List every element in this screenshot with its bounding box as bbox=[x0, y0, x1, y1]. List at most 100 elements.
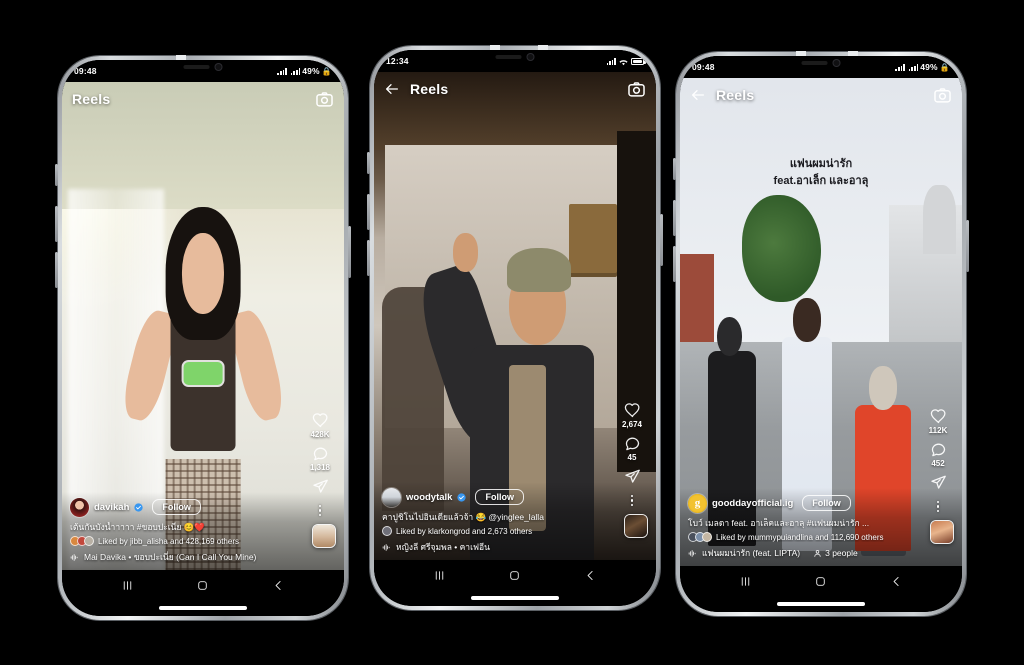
phone-screen-3: 09:48 49% 🔒 แฟนผมน่ารัก feat.อาเล็ก และอ… bbox=[680, 56, 962, 612]
caption-2[interactable]: คาปูชิโนไปอินเดียแล้วจ้า 😂 @yinglee_lall… bbox=[382, 512, 616, 523]
avatar[interactable] bbox=[688, 493, 707, 513]
comment-button-1[interactable]: 1,318 bbox=[310, 445, 330, 472]
sticker-text-overlay-3: แฟนผมน่ารัก feat.อาเล็ก และอาลุ bbox=[680, 156, 962, 189]
share-button-2[interactable] bbox=[624, 468, 641, 485]
volume-down-button-2[interactable] bbox=[367, 240, 370, 276]
more-options-icon[interactable] bbox=[936, 500, 940, 512]
caption-3[interactable]: โบว์ เมลดา feat. อาเล็คและอาลุ #แฟนผมน่า… bbox=[688, 518, 922, 529]
comment-button-2[interactable]: 45 bbox=[624, 435, 641, 462]
home-indicator-3[interactable] bbox=[680, 596, 962, 612]
camera-icon[interactable] bbox=[933, 86, 952, 105]
phone-device-3: 09:48 49% 🔒 แฟนผมน่ารัก feat.อาเล็ก และอ… bbox=[673, 51, 969, 616]
lock-icon: 🔒 bbox=[939, 62, 950, 72]
liked-by-facepile-1 bbox=[70, 536, 94, 546]
username-3[interactable]: gooddayofficial.ig bbox=[712, 498, 793, 509]
reel-viewport-1[interactable]: Reels 428K 1,318 davikah Follow เต้นกันบ… bbox=[62, 82, 344, 570]
liked-by-row-1[interactable]: Liked by jibb_alisha and 428,169 others bbox=[70, 536, 304, 546]
signal-bars-icon bbox=[277, 67, 287, 75]
action-rail-1: 428K 1,318 bbox=[303, 412, 337, 516]
verified-badge-icon bbox=[457, 492, 467, 502]
recents-icon[interactable] bbox=[433, 569, 446, 582]
volume-down-button-1[interactable] bbox=[55, 252, 58, 288]
home-indicator-2[interactable] bbox=[374, 590, 656, 606]
share-button-1[interactable] bbox=[312, 478, 329, 495]
back-chevron-icon[interactable] bbox=[584, 569, 597, 582]
status-indicators-2 bbox=[606, 57, 646, 66]
username-2[interactable]: woodytalk bbox=[406, 492, 452, 503]
people-icon bbox=[814, 549, 821, 557]
home-indicator-1[interactable] bbox=[62, 600, 344, 616]
share-button-3[interactable] bbox=[930, 474, 947, 491]
app-header-3: Reels bbox=[680, 78, 962, 112]
like-button-1[interactable]: 428K bbox=[310, 412, 330, 439]
app-header-1: Reels bbox=[62, 82, 344, 116]
follow-button-2[interactable]: Follow bbox=[475, 489, 524, 506]
username-1[interactable]: davikah bbox=[94, 502, 129, 513]
action-rail-3: 112K 452 bbox=[921, 408, 955, 512]
avatar[interactable] bbox=[70, 497, 89, 517]
phone-device-1: 09:48 49% 🔒 Reels 428K 1,318 davikah Fol… bbox=[55, 55, 351, 620]
volume-down-button-3[interactable] bbox=[673, 246, 676, 282]
follow-button-3[interactable]: Follow bbox=[802, 495, 851, 512]
signal-bars-icon bbox=[290, 67, 301, 75]
liked-by-row-2[interactable]: Liked by klarkongrod and 2,673 others bbox=[382, 526, 616, 536]
share-icon bbox=[624, 469, 640, 483]
more-options-icon[interactable] bbox=[318, 504, 322, 516]
power-button-1[interactable] bbox=[348, 226, 351, 278]
sticker-line-1: แฟนผมน่ารัก bbox=[789, 158, 853, 170]
front-camera-icon bbox=[214, 63, 223, 71]
caption-1[interactable]: เต้นกันบังน้ำาาาา #ขอบปะเนี่ย 😊❤️ bbox=[70, 522, 304, 533]
power-button-2[interactable] bbox=[660, 214, 663, 266]
status-indicators-1: 49% 🔒 bbox=[277, 66, 332, 76]
like-count-1: 428K bbox=[310, 429, 330, 439]
people-tag-3[interactable]: 3 people bbox=[813, 548, 858, 558]
audio-note-icon bbox=[688, 549, 696, 557]
mute-switch-1[interactable] bbox=[55, 164, 58, 186]
back-arrow-icon[interactable] bbox=[384, 81, 400, 97]
recents-icon[interactable] bbox=[739, 575, 752, 588]
volume-up-button-1[interactable] bbox=[55, 206, 58, 242]
comment-button-3[interactable]: 452 bbox=[930, 441, 947, 468]
audio-row-2[interactable]: หญิงลี ศรีจุมพล • คาเฟอีน bbox=[382, 540, 616, 554]
share-icon bbox=[930, 475, 946, 489]
back-chevron-icon[interactable] bbox=[272, 579, 285, 592]
camera-icon[interactable] bbox=[627, 80, 646, 99]
reel-viewport-3[interactable]: แฟนผมน่ารัก feat.อาเล็ก และอาลุ Reels 11… bbox=[680, 78, 962, 566]
home-icon[interactable] bbox=[814, 575, 827, 588]
mute-switch-2[interactable] bbox=[367, 152, 370, 174]
like-button-2[interactable]: 2,674 bbox=[622, 402, 642, 429]
volume-up-button-3[interactable] bbox=[673, 200, 676, 236]
liked-by-text-3: Liked by mummypuiandlina and 112,690 oth… bbox=[716, 532, 884, 542]
front-camera-icon bbox=[832, 59, 841, 67]
earpiece-speaker-icon bbox=[495, 55, 522, 59]
reel-viewport-2[interactable]: Reels 2,674 45 woodytalk Follow คาปูชิโน… bbox=[374, 72, 656, 560]
home-icon[interactable] bbox=[196, 579, 209, 592]
audio-thumbnail-2[interactable] bbox=[624, 514, 648, 538]
front-camera-icon bbox=[526, 53, 535, 61]
app-header-2: Reels bbox=[374, 72, 656, 106]
audio-row-3[interactable]: แฟนผมน่ารัก (feat. LIPTA) 3 people bbox=[688, 546, 922, 560]
recents-icon[interactable] bbox=[121, 579, 134, 592]
power-button-3[interactable] bbox=[966, 220, 969, 272]
volume-up-button-2[interactable] bbox=[367, 194, 370, 230]
liked-by-row-3[interactable]: Liked by mummypuiandlina and 112,690 oth… bbox=[688, 532, 922, 542]
signal-bars-icon bbox=[908, 63, 919, 71]
home-icon[interactable] bbox=[508, 569, 521, 582]
mute-switch-3[interactable] bbox=[673, 158, 676, 180]
phone-device-2: 12:34 Reels 2,674 45 woodytalk Follow คา… bbox=[367, 45, 663, 610]
user-row-2: woodytalk Follow bbox=[382, 487, 616, 507]
camera-icon[interactable] bbox=[315, 90, 334, 109]
more-options-icon[interactable] bbox=[630, 494, 634, 506]
like-button-3[interactable]: 112K bbox=[929, 408, 947, 435]
liked-by-facepile-3 bbox=[688, 532, 712, 542]
back-arrow-icon[interactable] bbox=[690, 87, 706, 103]
comment-count-3: 452 bbox=[931, 458, 945, 468]
audio-thumbnail-1[interactable] bbox=[312, 524, 336, 548]
user-row-3: gooddayofficial.ig Follow bbox=[688, 493, 922, 513]
sticker-line-2: feat.อาเล็ก และอาลุ bbox=[773, 174, 869, 187]
follow-button-1[interactable]: Follow bbox=[152, 499, 201, 516]
audio-row-1[interactable]: Mai Davika • ขอบปะเนี่ย (Can I Call You … bbox=[70, 550, 304, 564]
audio-thumbnail-3[interactable] bbox=[930, 520, 954, 544]
back-chevron-icon[interactable] bbox=[890, 575, 903, 588]
avatar[interactable] bbox=[382, 487, 401, 507]
